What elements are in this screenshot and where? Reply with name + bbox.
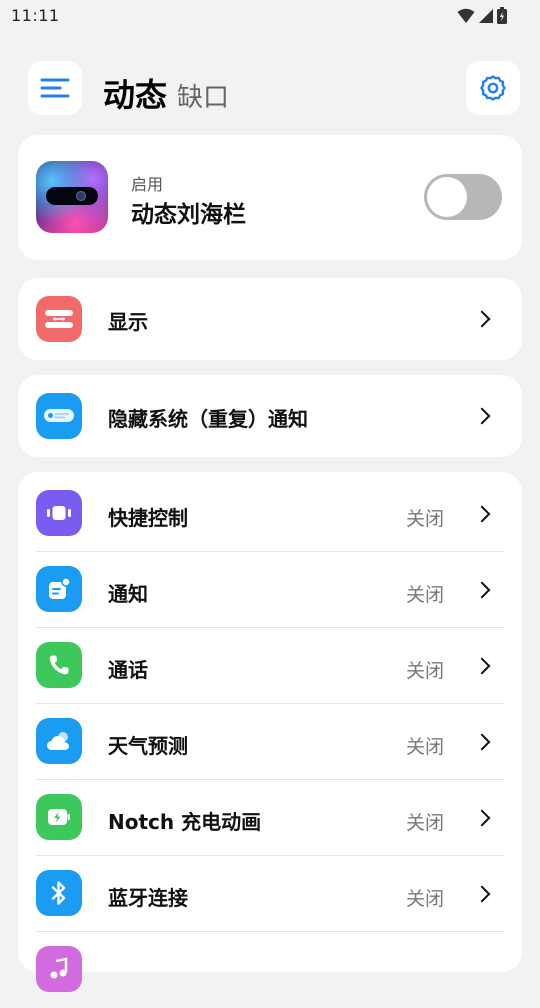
page-subtitle: 缺口 xyxy=(177,83,230,113)
charging-icon xyxy=(36,794,82,840)
notch-pill xyxy=(46,187,98,205)
weather-icon xyxy=(36,718,82,764)
menu-button[interactable] xyxy=(28,61,82,115)
battery-icon xyxy=(497,7,507,24)
quick-control-icon xyxy=(36,490,82,536)
chevron-right-icon xyxy=(473,885,491,903)
page-title-group: 动态 缺口 xyxy=(103,70,229,116)
chevron-right-icon xyxy=(473,505,491,523)
enable-caption: 启用 xyxy=(131,175,164,194)
list-item-quick-control[interactable]: 快捷控制 关闭 xyxy=(18,476,522,552)
display-icon xyxy=(36,296,82,342)
status-text: 关闭 xyxy=(405,736,444,758)
page-title: 动态 xyxy=(103,76,168,114)
list-item-charging-animation[interactable]: Notch 充电动画 关闭 xyxy=(18,780,522,856)
phone-icon xyxy=(36,642,82,688)
status-time: 11:11 xyxy=(11,6,60,25)
chevron-right-icon xyxy=(473,310,491,328)
status-bar: 11:11 xyxy=(0,0,540,32)
status-text: 关闭 xyxy=(405,508,444,530)
list-item-label: 蓝牙连接 xyxy=(108,886,188,910)
menu-icon xyxy=(40,78,70,98)
enable-toggle[interactable] xyxy=(424,174,502,220)
signal-icon xyxy=(479,8,493,23)
status-text: 关闭 xyxy=(405,812,444,834)
status-icons xyxy=(457,7,507,24)
status-text: 关闭 xyxy=(405,888,444,910)
notification-icon xyxy=(36,566,82,612)
chevron-right-icon xyxy=(473,733,491,751)
list-item-notification[interactable]: 通知 关闭 xyxy=(18,552,522,628)
display-label: 显示 xyxy=(108,310,148,334)
list-item-bluetooth[interactable]: 蓝牙连接 关闭 xyxy=(18,856,522,932)
gear-icon xyxy=(480,75,506,101)
chevron-right-icon xyxy=(473,809,491,827)
notification-banner-icon xyxy=(36,393,82,439)
wifi-icon xyxy=(457,8,475,23)
chevron-right-icon xyxy=(473,657,491,675)
list-item-label: 天气预测 xyxy=(108,734,188,758)
list-item-label: 通话 xyxy=(108,658,148,682)
enable-title: 动态刘海栏 xyxy=(131,202,246,228)
music-icon xyxy=(36,946,82,992)
settings-button[interactable] xyxy=(466,61,520,115)
enable-card: 启用 动态刘海栏 xyxy=(18,135,522,260)
list-item-label: 快捷控制 xyxy=(108,506,188,530)
hide-notifications-label: 隐藏系统（重复）通知 xyxy=(108,407,308,431)
status-text: 关闭 xyxy=(405,660,444,682)
header: 动态 缺口 xyxy=(0,60,540,116)
list-item-partial[interactable] xyxy=(18,932,522,1008)
chevron-right-icon xyxy=(473,407,491,425)
chevron-right-icon xyxy=(473,581,491,599)
list-item-label: Notch 充电动画 xyxy=(108,810,262,834)
bluetooth-icon xyxy=(36,870,82,916)
camera-dot xyxy=(76,191,86,201)
display-item[interactable]: 显示 xyxy=(18,278,522,360)
hide-notifications-item[interactable]: 隐藏系统（重复）通知 xyxy=(18,375,522,457)
list-item-call[interactable]: 通话 关闭 xyxy=(18,628,522,704)
list-item-label: 通知 xyxy=(108,582,148,606)
app-logo xyxy=(36,161,108,233)
list-item-weather[interactable]: 天气预测 关闭 xyxy=(18,704,522,780)
feature-list: 快捷控制 关闭 通知 关闭 通话 关闭 天气预测 关闭 Notch 充电动画 关… xyxy=(18,472,522,992)
status-text: 关闭 xyxy=(405,584,444,606)
toggle-knob xyxy=(427,177,467,217)
